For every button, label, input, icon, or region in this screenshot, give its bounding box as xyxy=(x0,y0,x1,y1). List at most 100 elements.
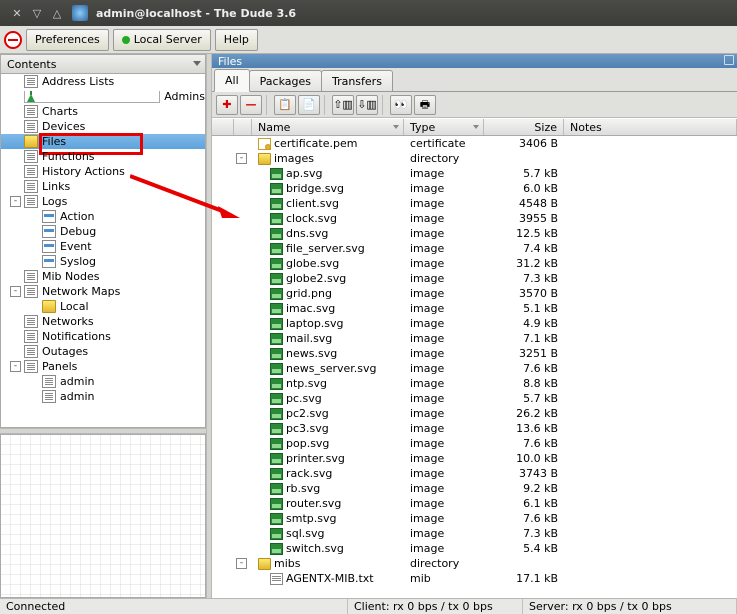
find-button[interactable]: 👀 xyxy=(390,95,412,115)
column-size[interactable]: Size xyxy=(484,119,564,135)
file-type: image xyxy=(404,167,484,180)
file-name: smtp.svg xyxy=(286,512,336,525)
file-row[interactable]: news.svgimage3251 B xyxy=(212,346,737,361)
tab-all[interactable]: All xyxy=(214,69,250,92)
disconnect-icon[interactable] xyxy=(4,31,22,49)
tree-item-charts[interactable]: Charts xyxy=(1,104,205,119)
file-row[interactable]: -imagesdirectory xyxy=(212,151,737,166)
column-notes[interactable]: Notes xyxy=(564,119,737,135)
tree-expander[interactable]: - xyxy=(10,286,21,297)
file-type: image xyxy=(404,227,484,240)
tree-item-admin[interactable]: admin xyxy=(1,389,205,404)
file-row[interactable]: rack.svgimage3743 B xyxy=(212,466,737,481)
tree-item-label: Outages xyxy=(42,345,88,358)
file-row[interactable]: news_server.svgimage7.6 kB xyxy=(212,361,737,376)
tree-item-logs[interactable]: -Logs xyxy=(1,194,205,209)
remove-button[interactable]: — xyxy=(240,95,262,115)
file-row[interactable]: AGENTX-MIB.txtmib17.1 kB xyxy=(212,571,737,586)
pin-icon[interactable] xyxy=(724,55,734,65)
tree-item-debug[interactable]: Debug xyxy=(1,224,205,239)
file-row[interactable]: globe2.svgimage7.3 kB xyxy=(212,271,737,286)
file-row[interactable]: router.svgimage6.1 kB xyxy=(212,496,737,511)
file-row[interactable]: -mibsdirectory xyxy=(212,556,737,571)
file-row[interactable]: imac.svgimage5.1 kB xyxy=(212,301,737,316)
file-row[interactable]: smtp.svgimage7.6 kB xyxy=(212,511,737,526)
tree-item-devices[interactable]: Devices xyxy=(1,119,205,134)
tree-item-network-maps[interactable]: -Network Maps xyxy=(1,284,205,299)
tree-item-syslog[interactable]: Syslog xyxy=(1,254,205,269)
file-row[interactable]: pc2.svgimage26.2 kB xyxy=(212,406,737,421)
tree-expander xyxy=(28,256,39,267)
tree-item-notifications[interactable]: Notifications xyxy=(1,329,205,344)
tree-item-admin[interactable]: admin xyxy=(1,374,205,389)
file-size: 5.7 kB xyxy=(484,167,564,180)
file-row[interactable]: ntp.svgimage8.8 kB xyxy=(212,376,737,391)
tree-item-networks[interactable]: Networks xyxy=(1,314,205,329)
column-icon[interactable] xyxy=(234,119,252,135)
tree-item-local[interactable]: Local xyxy=(1,299,205,314)
preferences-button[interactable]: Preferences xyxy=(26,29,109,51)
tree-expander[interactable]: - xyxy=(10,361,21,372)
file-row[interactable]: globe.svgimage31.2 kB xyxy=(212,256,737,271)
file-row[interactable]: switch.svgimage5.4 kB xyxy=(212,541,737,556)
file-name: rack.svg xyxy=(286,467,332,480)
column-expand[interactable] xyxy=(212,119,234,135)
file-row[interactable]: certificate.pemcertificate3406 B xyxy=(212,136,737,151)
file-row[interactable]: mail.svgimage7.1 kB xyxy=(212,331,737,346)
tree-expander[interactable]: - xyxy=(10,196,21,207)
file-type: mib xyxy=(404,572,484,585)
tab-transfers[interactable]: Transfers xyxy=(321,70,393,91)
tree-item-links[interactable]: Links xyxy=(1,179,205,194)
column-name[interactable]: Name xyxy=(252,119,404,135)
tree-item-admins[interactable]: Admins xyxy=(1,89,205,104)
contents-tree[interactable]: Address ListsAdminsChartsDevicesFilesFun… xyxy=(0,74,206,428)
help-button[interactable]: Help xyxy=(215,29,258,51)
contents-header[interactable]: Contents xyxy=(0,54,206,74)
tab-packages[interactable]: Packages xyxy=(249,70,322,91)
row-expander[interactable]: - xyxy=(236,153,247,164)
page-icon xyxy=(24,330,38,343)
file-row[interactable]: rb.svgimage9.2 kB xyxy=(212,481,737,496)
print-button[interactable]: 🖶 xyxy=(414,95,436,115)
file-row[interactable]: file_server.svgimage7.4 kB xyxy=(212,241,737,256)
column-type[interactable]: Type xyxy=(404,119,484,135)
tree-item-files[interactable]: Files xyxy=(1,134,205,149)
file-row[interactable]: dns.svgimage12.5 kB xyxy=(212,226,737,241)
tree-item-action[interactable]: Action xyxy=(1,209,205,224)
tree-item-outages[interactable]: Outages xyxy=(1,344,205,359)
file-row[interactable]: sql.svgimage7.3 kB xyxy=(212,526,737,541)
file-row[interactable]: pop.svgimage7.6 kB xyxy=(212,436,737,451)
window-maximize-icon[interactable]: △ xyxy=(50,6,64,20)
download-button[interactable]: ⇩▥ xyxy=(356,95,378,115)
window-close-icon[interactable]: ✕ xyxy=(10,6,24,20)
add-button[interactable]: ✚ xyxy=(216,95,238,115)
tree-item-panels[interactable]: -Panels xyxy=(1,359,205,374)
files-grid-body[interactable]: certificate.pemcertificate3406 B-imagesd… xyxy=(212,136,737,598)
menubar: Preferences Local Server Help xyxy=(0,26,737,54)
tree-item-history-actions[interactable]: History Actions xyxy=(1,164,205,179)
file-row[interactable]: printer.svgimage10.0 kB xyxy=(212,451,737,466)
window-minimize-icon[interactable]: ▽ xyxy=(30,6,44,20)
file-row[interactable]: laptop.svgimage4.9 kB xyxy=(212,316,737,331)
tree-item-event[interactable]: Event xyxy=(1,239,205,254)
file-row[interactable]: bridge.svgimage6.0 kB xyxy=(212,181,737,196)
file-size: 3251 B xyxy=(484,347,564,360)
tree-item-functions[interactable]: Functions xyxy=(1,149,205,164)
img-icon xyxy=(270,378,283,390)
file-row[interactable]: clock.svgimage3955 B xyxy=(212,211,737,226)
file-row[interactable]: pc3.svgimage13.6 kB xyxy=(212,421,737,436)
file-type: image xyxy=(404,452,484,465)
tree-expander xyxy=(28,226,39,237)
upload-button[interactable]: ⇧▥ xyxy=(332,95,354,115)
file-row[interactable]: pc.svgimage5.7 kB xyxy=(212,391,737,406)
file-row[interactable]: client.svgimage4548 B xyxy=(212,196,737,211)
file-row[interactable]: grid.pngimage3570 B xyxy=(212,286,737,301)
file-row[interactable]: ap.svgimage5.7 kB xyxy=(212,166,737,181)
tree-item-address-lists[interactable]: Address Lists xyxy=(1,74,205,89)
tree-item-mib-nodes[interactable]: Mib Nodes xyxy=(1,269,205,284)
local-server-button[interactable]: Local Server xyxy=(113,29,211,51)
row-expander[interactable]: - xyxy=(236,558,247,569)
file-name: sql.svg xyxy=(286,527,325,540)
copy-button[interactable]: 📋 xyxy=(274,95,296,115)
paste-button[interactable]: 📄 xyxy=(298,95,320,115)
